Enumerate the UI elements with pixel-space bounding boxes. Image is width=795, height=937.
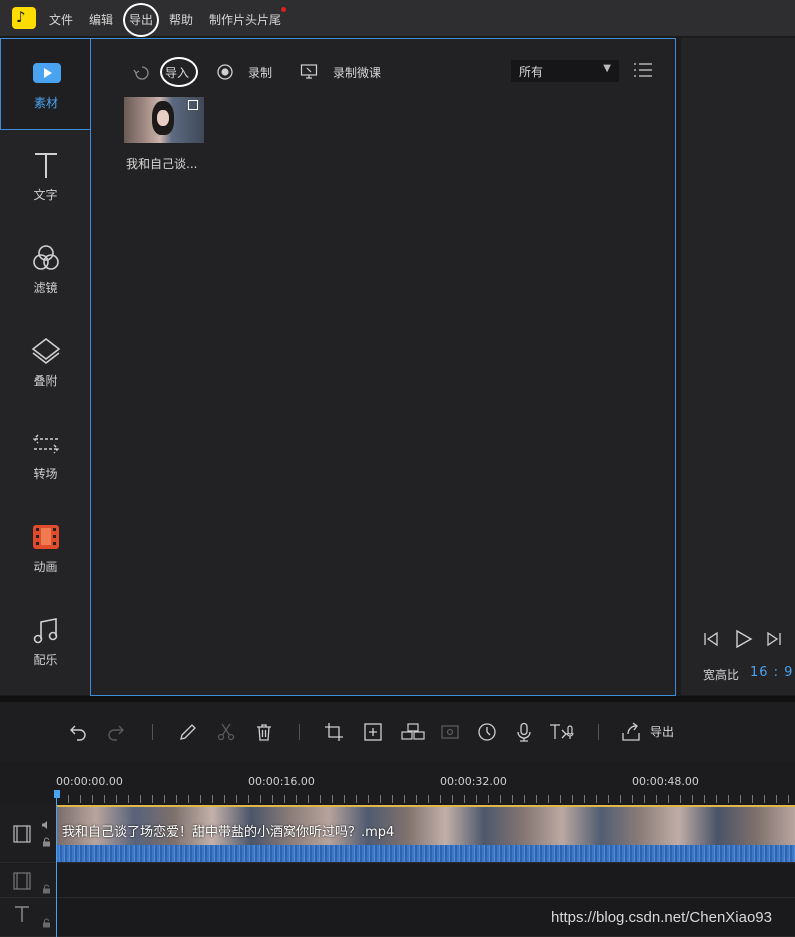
sidebar-item-label: 滤镜: [33, 281, 58, 295]
timeline-ruler[interactable]: 00:00:00.00 00:00:16.00 00:00:32.00 00:0…: [0, 762, 795, 804]
ruler-time-label: 00:00:16.00: [248, 775, 315, 788]
sidebar-item-label: 素材: [33, 96, 58, 110]
chevron-down-icon: ▼: [603, 63, 611, 74]
sidebar-item-animation[interactable]: 动画: [0, 503, 91, 593]
mosaic-icon[interactable]: [363, 722, 383, 742]
logo-glyph: ♪: [16, 8, 26, 26]
next-frame-icon[interactable]: [765, 630, 783, 648]
crop-icon[interactable]: [324, 722, 344, 742]
menu-make-intro-outro[interactable]: 制作片头片尾: [209, 11, 281, 28]
sidebar-item-text[interactable]: 文字: [0, 131, 91, 221]
sidebar-item-label: 转场: [33, 467, 58, 481]
sidebar-item-label: 叠附: [33, 374, 58, 388]
lock-icon[interactable]: [42, 918, 51, 928]
menu-help[interactable]: 帮助: [169, 11, 193, 28]
lock-icon[interactable]: [42, 884, 51, 894]
sidebar-item-media[interactable]: 素材: [0, 38, 91, 130]
media-filter-value: 所有: [519, 65, 544, 79]
sidebar-item-transition[interactable]: 转场: [0, 410, 91, 500]
sidebar-item-overlay[interactable]: 叠附: [0, 317, 91, 407]
record-lesson-icon[interactable]: [300, 63, 318, 81]
animation-icon: [33, 525, 59, 549]
media-filter-select[interactable]: 所有 ▼: [511, 60, 619, 82]
menu-file[interactable]: 文件: [49, 11, 73, 28]
text-to-speech-icon[interactable]: [548, 722, 576, 742]
audio-waveform: [57, 845, 795, 862]
watermark: https://blog.csdn.net/ChenXiao93: [551, 909, 772, 926]
play-icon[interactable]: [733, 629, 753, 649]
media-icon: [33, 63, 61, 83]
export-button[interactable]: 导出: [650, 723, 674, 740]
menu-edit[interactable]: 编辑: [89, 11, 113, 28]
video-track-icon: [13, 825, 31, 843]
text-track-icon: [15, 906, 29, 922]
app-logo[interactable]: ♪: [12, 7, 36, 29]
aspect-ratio-value[interactable]: 16 : 9: [750, 665, 793, 680]
notification-dot: [281, 7, 286, 12]
preview-panel: 宽高比 16 : 9: [681, 38, 795, 695]
undo-import-icon[interactable]: [133, 63, 151, 81]
menu-bar: ♪ 文件 编辑 导出 帮助 制作片头片尾: [0, 0, 795, 37]
freeze-frame-icon[interactable]: [440, 722, 460, 742]
transition-icon: [33, 434, 59, 454]
redo-icon[interactable]: [106, 722, 126, 742]
media-panel: 导入 录制 录制微课 所有 ▼ 我和自己谈...: [90, 38, 676, 696]
pip-track-lane: [57, 864, 795, 898]
list-view-icon[interactable]: [633, 61, 653, 79]
record-lesson-button[interactable]: 录制微课: [333, 64, 381, 81]
text-track-header: [0, 898, 56, 937]
toolbar-divider: [152, 724, 153, 740]
thumbnail-figure: [152, 101, 174, 135]
playhead-handle[interactable]: [54, 790, 60, 798]
toolbar-divider: [299, 724, 300, 740]
record-button[interactable]: 录制: [248, 64, 272, 81]
sidebar-item-filter[interactable]: 滤镜: [0, 224, 91, 314]
split-screen-icon[interactable]: [401, 722, 425, 742]
ruler-time-label: 00:00:32.00: [440, 775, 507, 788]
ruler-time-label: 00:00:48.00: [632, 775, 699, 788]
video-clip[interactable]: 我和自己谈了场恋爱！甜中带盐的小酒窝你听过吗？.mp4: [57, 805, 795, 845]
video-track-header: [0, 804, 56, 863]
overlay-track-icon: [13, 872, 31, 890]
sidebar-item-label: 动画: [33, 560, 58, 574]
sidebar-item-label: 配乐: [33, 653, 58, 667]
annotation-circle: [160, 57, 198, 87]
scissors-icon[interactable]: [216, 722, 236, 742]
video-type-icon: [188, 100, 198, 110]
music-icon: [33, 618, 58, 644]
export-icon[interactable]: [620, 722, 642, 742]
ruler-time-label: 00:00:00.00: [56, 775, 123, 788]
trash-icon[interactable]: [254, 722, 274, 742]
media-item-caption: 我和自己谈...: [126, 157, 198, 171]
ruler-ticks: [56, 795, 795, 803]
toolbar-divider: [598, 724, 599, 740]
clip-name: 我和自己谈了场恋爱！甜中带盐的小酒窝你听过吗？.mp4: [62, 825, 395, 840]
edit-pencil-icon[interactable]: [178, 722, 198, 742]
microphone-icon[interactable]: [514, 722, 534, 742]
timeline-toolbar: 导出: [0, 702, 795, 762]
aspect-ratio-label: 宽高比: [703, 668, 740, 682]
pip-track-header: [0, 864, 56, 898]
sidebar-item-label: 文字: [33, 188, 58, 202]
playhead-line[interactable]: [56, 798, 57, 937]
overlay-icon: [31, 337, 61, 365]
text-icon: [35, 153, 57, 178]
previous-frame-icon[interactable]: [702, 630, 720, 648]
undo-icon[interactable]: [68, 722, 88, 742]
media-thumbnail[interactable]: [124, 97, 204, 143]
sidebar: 素材 文字 滤镜 叠附 转场 动画 配乐: [0, 38, 91, 695]
speed-clock-icon[interactable]: [477, 722, 497, 742]
sidebar-item-music[interactable]: 配乐: [0, 596, 91, 686]
record-icon[interactable]: [216, 63, 234, 81]
annotation-circle: [123, 3, 159, 37]
speaker-icon[interactable]: [41, 820, 51, 830]
lock-icon[interactable]: [42, 837, 51, 847]
filter-icon: [33, 245, 59, 270]
